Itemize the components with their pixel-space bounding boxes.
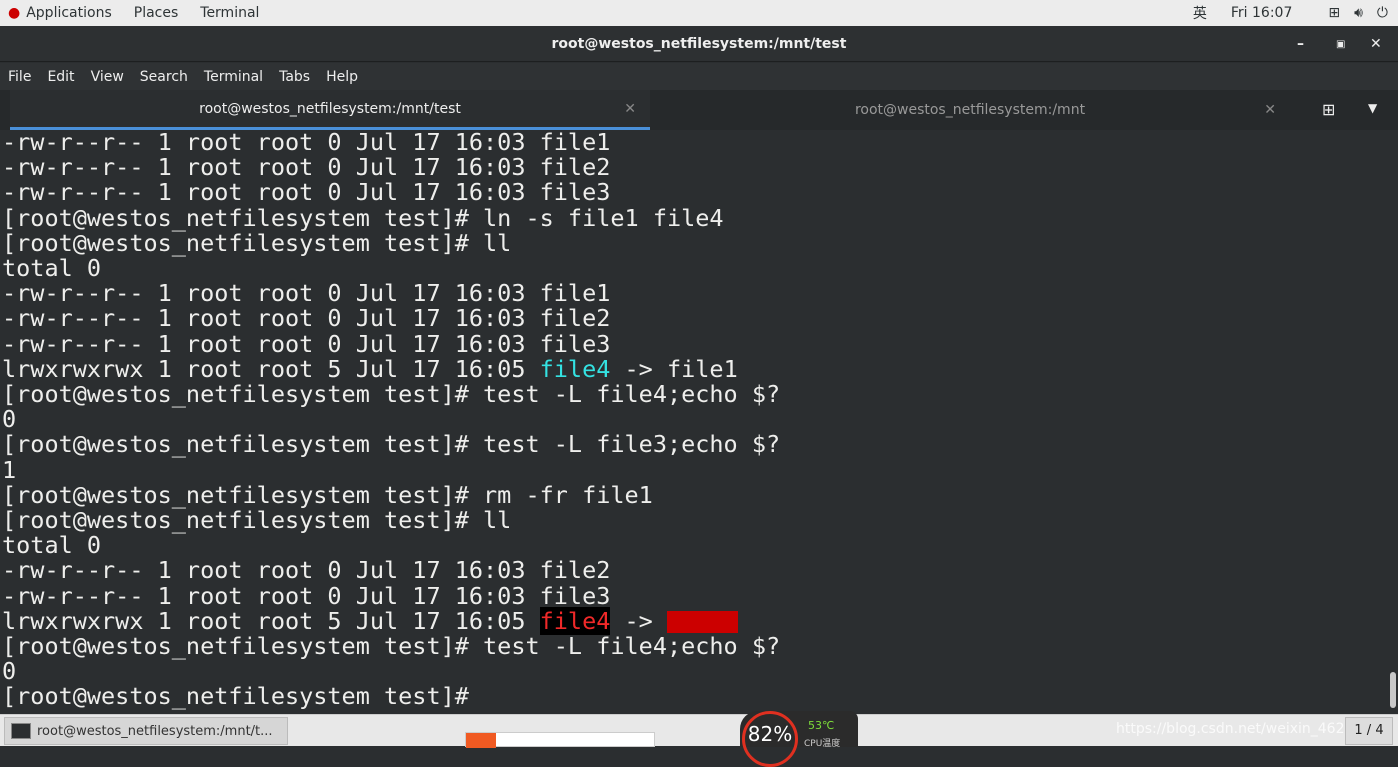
terminal-line: lrwxrwxrwx 1 root root 5 Jul 17 16:05 fi… <box>2 354 738 383</box>
network-icon[interactable]: ⊞ <box>1328 5 1340 21</box>
redhat-logo-icon: ● <box>8 5 21 21</box>
missing-target-box <box>666 611 738 634</box>
close-button[interactable]: ✕ <box>1370 26 1382 62</box>
cpu-temp-label: CPU温度 <box>804 739 841 749</box>
menu-view[interactable]: View <box>83 69 132 85</box>
scrollbar[interactable] <box>1390 672 1396 708</box>
menu-bar: File Edit View Search Terminal Tabs Help <box>0 63 1398 90</box>
tab-label: root@westos_netfilesystem:/mnt <box>854 102 1086 118</box>
terminal-line: 0 <box>2 405 17 434</box>
menu-file[interactable]: File <box>0 69 39 85</box>
terminal-line: total 0 <box>2 531 102 560</box>
workspace-indicator[interactable]: 1 / 4 <box>1345 717 1393 745</box>
input-method-indicator[interactable]: 英 <box>1193 3 1207 23</box>
terminal-line: 0 <box>2 657 17 686</box>
task-label: root@westos_netfilesystem:/mnt/t... <box>37 723 273 739</box>
terminal-line: [root@westos_netfilesystem test]# <box>2 682 484 711</box>
tab-label: root@westos_netfilesystem:/mnt/test <box>199 100 461 117</box>
close-tab-icon[interactable]: ✕ <box>624 101 636 117</box>
terminal-line: -rw-r--r-- 1 root root 0 Jul 17 16:03 fi… <box>2 153 611 182</box>
terminal-line: [root@westos_netfilesystem test]# test -… <box>2 430 781 459</box>
cpu-widget: 82% 53℃ CPU温度 <box>740 711 858 767</box>
places-menu[interactable]: Places <box>134 5 179 21</box>
cpu-temp: 53℃ <box>808 719 835 732</box>
close-tab-icon[interactable]: ✕ <box>1264 102 1276 118</box>
terminal-line: 1 <box>2 455 17 484</box>
terminal-line: -rw-r--r-- 1 root root 0 Jul 17 16:03 fi… <box>2 304 611 333</box>
terminal-line: [root@westos_netfilesystem test]# ll <box>2 228 512 257</box>
terminal-output[interactable]: -rw-r--r-- 1 root root 0 Jul 17 16:03 fi… <box>0 130 1388 714</box>
ime-toolbar[interactable] <box>465 732 655 748</box>
broken-symlink-name: file4 <box>539 606 611 635</box>
cpu-gauge: 82% <box>742 711 798 767</box>
minimize-button[interactable]: – <box>1297 26 1304 62</box>
taskbar-terminal-item[interactable]: root@westos_netfilesystem:/mnt/t... <box>4 717 288 745</box>
terminal-line: -rw-r--r-- 1 root root 0 Jul 17 16:03 fi… <box>2 329 611 358</box>
menu-help[interactable]: Help <box>318 69 366 85</box>
terminal-line: [root@westos_netfilesystem test]# test -… <box>2 380 781 409</box>
menu-search[interactable]: Search <box>132 69 196 85</box>
tab-mnt-test[interactable]: root@westos_netfilesystem:/mnt/test ✕ <box>10 90 650 130</box>
top-panel: ● Applications Places Terminal 英 Fri 16:… <box>0 0 1398 26</box>
tab-mnt[interactable]: root@westos_netfilesystem:/mnt ✕ <box>650 90 1290 130</box>
clock[interactable]: Fri 16:07 <box>1231 5 1292 21</box>
new-tab-icon[interactable]: ⊞ <box>1322 100 1335 119</box>
terminal-line: -rw-r--r-- 1 root root 0 Jul 17 16:03 fi… <box>2 178 611 207</box>
menu-tabs[interactable]: Tabs <box>271 69 318 85</box>
window-title: root@westos_netfilesystem:/mnt/test <box>551 35 847 52</box>
terminal-icon <box>11 723 31 739</box>
terminal-line: [root@westos_netfilesystem test]# test -… <box>2 632 781 661</box>
power-icon[interactable]: ⏻ <box>1377 5 1388 21</box>
tab-bar: root@westos_netfilesystem:/mnt/test ✕ ro… <box>0 90 1398 130</box>
menu-edit[interactable]: Edit <box>39 69 82 85</box>
maximize-button[interactable]: ▣ <box>1336 26 1345 62</box>
terminal-line: -rw-r--r-- 1 root root 0 Jul 17 16:03 fi… <box>2 130 611 156</box>
taskbar: root@westos_netfilesystem:/mnt/t... 82% … <box>0 711 1398 767</box>
terminal-app-menu[interactable]: Terminal <box>200 5 259 21</box>
window-titlebar: root@westos_netfilesystem:/mnt/test – ▣ … <box>0 26 1398 62</box>
tabs-dropdown-icon[interactable]: ▼ <box>1368 101 1377 115</box>
terminal-line: -rw-r--r-- 1 root root 0 Jul 17 16:03 fi… <box>2 556 611 585</box>
terminal-line: lrwxrwxrwx 1 root root 5 Jul 17 16:05 fi… <box>2 606 1388 635</box>
volume-icon[interactable]: 🔊︎ <box>1354 5 1363 21</box>
terminal-line: [root@westos_netfilesystem test]# ll <box>2 506 512 535</box>
terminal-line: -rw-r--r-- 1 root root 0 Jul 17 16:03 fi… <box>2 581 611 610</box>
terminal-line: [root@westos_netfilesystem test]# rm -fr… <box>2 480 653 509</box>
terminal-line: total 0 <box>2 254 102 283</box>
menu-terminal[interactable]: Terminal <box>196 69 271 85</box>
terminal-line: [root@westos_netfilesystem test]# ln -s … <box>2 203 724 232</box>
applications-menu[interactable]: Applications <box>26 5 112 21</box>
symlink-name: file4 <box>539 354 611 383</box>
terminal-line: -rw-r--r-- 1 root root 0 Jul 17 16:03 fi… <box>2 279 611 308</box>
